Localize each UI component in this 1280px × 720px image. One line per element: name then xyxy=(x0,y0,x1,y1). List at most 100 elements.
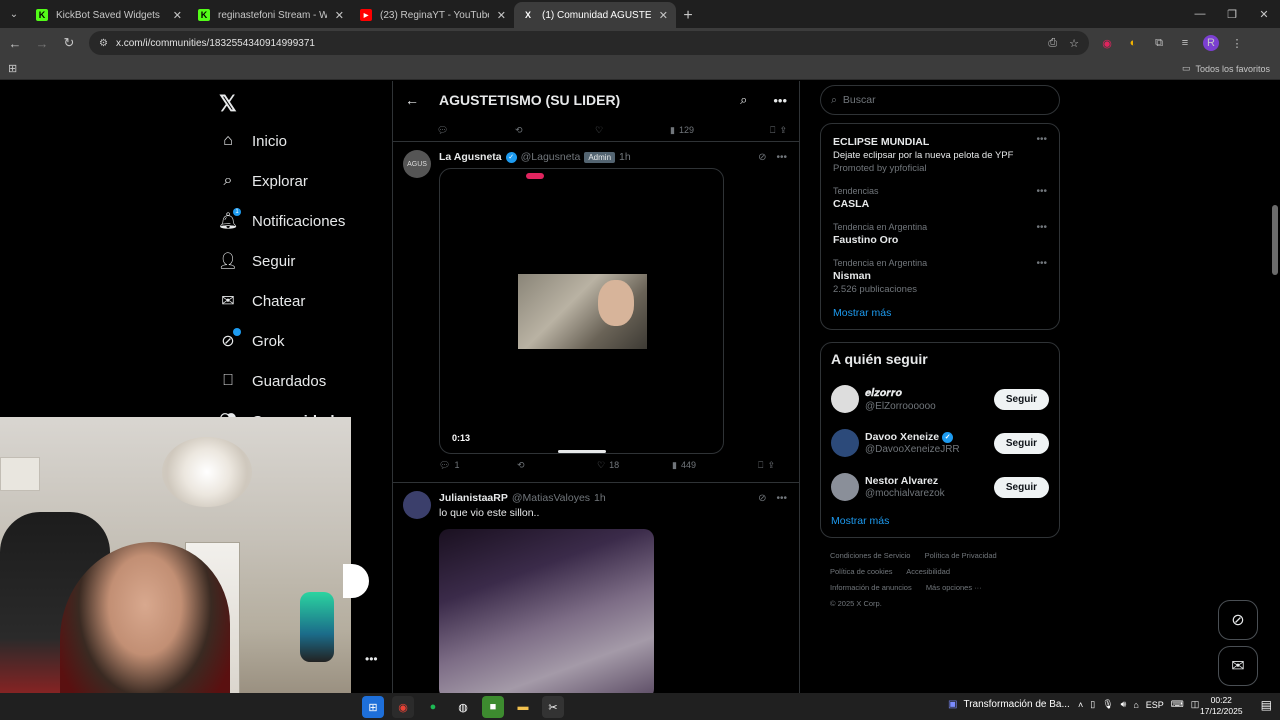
avatar[interactable] xyxy=(831,429,859,457)
more-options-icon[interactable]: ••• xyxy=(1036,222,1047,233)
nav-item-inicio[interactable]: ⌂ Inicio xyxy=(218,121,351,161)
bookmark-icon[interactable]: ⎕ xyxy=(770,125,775,136)
more-options-icon[interactable]: ••• xyxy=(773,93,787,108)
post[interactable]: AGUS La Agusneta ✓ @Lagusneta Admin 1h ⊘… xyxy=(393,142,799,476)
footer-link[interactable]: Política de cookies xyxy=(830,567,893,576)
messages-fab-icon[interactable]: ✉ xyxy=(1218,646,1258,686)
share-icon[interactable]: ⇪ xyxy=(779,125,787,136)
retweet-icon[interactable]: ⟲ xyxy=(515,125,595,136)
views-button[interactable]: ▮ 449 xyxy=(672,460,757,471)
chevron-up-icon[interactable]: ˄ xyxy=(1078,700,1083,710)
reply-icon[interactable]: 💬︎ xyxy=(437,125,515,136)
media-control-icon[interactable]: ≡ xyxy=(1177,35,1193,51)
extension-icon[interactable]: ◐ xyxy=(1125,35,1141,51)
follow-suggestion[interactable]: Davoo Xeneize ✓ @DavooXeneizeJRR Seguir xyxy=(831,421,1049,465)
tab-search-icon[interactable]: ⌄ xyxy=(0,0,28,28)
grok-fab-icon[interactable]: ⊘ xyxy=(1218,600,1258,640)
post[interactable]: JulianistaaRP @MatiasValoyes 1h ⊘ ••• lo… xyxy=(393,483,799,693)
network-icon[interactable]: ⌂ xyxy=(1133,700,1138,710)
footer-link[interactable]: Más opciones ··· xyxy=(926,583,982,592)
follow-suggestion[interactable]: 𝒆𝒍𝒛𝒐𝒓𝒓𝒐 @ElZorroooooo Seguir xyxy=(831,377,1049,421)
tray-app-icon[interactable]: ▯ xyxy=(1090,699,1095,710)
more-options-icon[interactable]: ••• xyxy=(1036,258,1047,269)
grok-explain-icon[interactable]: ⊘ xyxy=(758,493,766,504)
browser-tab-1[interactable]: K KickBot Saved Widgets ✕ xyxy=(28,2,190,28)
restore-icon[interactable]: ❐ xyxy=(1216,0,1248,28)
video-progress-bar[interactable] xyxy=(558,450,606,453)
scrollbar-thumb[interactable] xyxy=(1272,205,1278,275)
nav-item-guardados[interactable]: ⎕ Guardados xyxy=(218,361,351,401)
start-icon[interactable]: ⊞ xyxy=(362,696,384,718)
back-icon[interactable]: ← xyxy=(3,31,27,55)
close-window-icon[interactable]: ✕ xyxy=(1248,0,1280,28)
nav-item-seguir[interactable]: 👤︎ Seguir xyxy=(218,241,351,281)
language-indicator[interactable]: ESP xyxy=(1146,700,1164,710)
post-image[interactable] xyxy=(439,529,654,693)
minecraft-icon[interactable]: ■ xyxy=(482,696,504,718)
reply-button[interactable]: 💬︎ 1 xyxy=(439,460,517,471)
obs-icon[interactable]: ◍ xyxy=(452,696,474,718)
nav-item-chatear[interactable]: ✉ Chatear xyxy=(218,281,351,321)
browser-tab-2[interactable]: K reginastefoni Stream - Watch L ✕ xyxy=(190,2,352,28)
footer-link[interactable]: Condiciones de Servicio xyxy=(830,551,910,560)
follow-suggestion[interactable]: Nestor Alvarez @mochialvarezok Seguir xyxy=(831,465,1049,509)
author-name[interactable]: La Agusneta xyxy=(439,151,502,163)
retweet-icon[interactable]: ⟲ xyxy=(517,460,597,471)
keyboard-icon[interactable]: ⌨ xyxy=(1171,699,1184,710)
address-bar[interactable]: ⚙ x.com/i/communities/183255434091499937… xyxy=(89,31,1089,55)
more-icon[interactable]: ••• xyxy=(365,652,378,666)
more-options-icon[interactable]: ••• xyxy=(776,152,787,163)
account-switcher-avatar[interactable] xyxy=(343,564,369,598)
extension-icon[interactable]: ◉ xyxy=(1099,35,1115,51)
close-tab-icon[interactable]: ✕ xyxy=(659,9,668,22)
post-time[interactable]: 1h xyxy=(619,151,631,163)
avatar[interactable] xyxy=(831,473,859,501)
footer-link[interactable]: Accesibilidad xyxy=(906,567,950,576)
browser-menu-icon[interactable]: ⋮ xyxy=(1229,35,1245,51)
post-time[interactable]: 1h xyxy=(594,492,606,504)
back-arrow-icon[interactable]: ← xyxy=(405,92,419,108)
promoted-trend[interactable]: ECLIPSE MUNDIAL Dejate eclipsar por la n… xyxy=(833,128,1047,180)
page-scrollbar[interactable] xyxy=(1272,85,1278,689)
close-tab-icon[interactable]: ✕ xyxy=(335,9,344,22)
site-info-icon[interactable]: ⚙ xyxy=(99,38,108,49)
show-more-link[interactable]: Mostrar más xyxy=(833,307,1047,319)
author-name[interactable]: JulianistaaRP xyxy=(439,492,508,504)
close-tab-icon[interactable]: ✕ xyxy=(173,9,182,22)
follow-button[interactable]: Seguir xyxy=(993,476,1049,498)
speaker-icon[interactable]: 🔊︎ xyxy=(1121,699,1127,710)
capcut-icon[interactable]: ✂ xyxy=(542,696,564,718)
footer-link[interactable]: Información de anuncios xyxy=(830,583,912,592)
footer-link[interactable]: Política de Privacidad xyxy=(925,551,997,560)
tray-icon[interactable]: ◫ xyxy=(1191,699,1200,710)
mic-icon[interactable]: 🎙︎ xyxy=(1102,699,1113,710)
avatar[interactable]: AGUS xyxy=(403,150,431,178)
nav-item-notificaciones[interactable]: 🔔︎ 1 Notificaciones xyxy=(218,201,351,241)
trend-item[interactable]: Tendencia en Argentina Faustino Oro ••• xyxy=(833,216,1047,252)
extensions-puzzle-icon[interactable]: ⧉ xyxy=(1151,35,1167,51)
install-app-icon[interactable]: ⎙ xyxy=(1048,37,1057,50)
more-options-icon[interactable]: ••• xyxy=(776,493,787,504)
profile-avatar[interactable]: R xyxy=(1203,35,1219,51)
avatar[interactable] xyxy=(831,385,859,413)
more-options-icon[interactable]: ••• xyxy=(1036,134,1047,145)
apps-grid-icon[interactable]: ⊞ xyxy=(8,62,17,75)
follow-button[interactable]: Seguir xyxy=(993,388,1049,410)
nav-item-explorar[interactable]: ⌕ Explorar xyxy=(218,161,351,201)
spotify-icon[interactable]: ● xyxy=(422,696,444,718)
search-input[interactable]: ⌕ Buscar xyxy=(820,85,1060,115)
video-player[interactable]: 0:13 xyxy=(439,168,724,454)
new-tab-button[interactable]: + xyxy=(676,4,700,28)
trend-item[interactable]: Tendencia en Argentina Nisman 2.526 publ… xyxy=(833,252,1047,301)
notifications-icon[interactable]: ▤ xyxy=(1261,698,1272,712)
avatar[interactable] xyxy=(403,491,431,519)
search-icon[interactable]: ⌕ xyxy=(740,92,747,108)
share-icon[interactable]: ⇪ xyxy=(767,460,775,471)
author-handle[interactable]: @Lagusneta xyxy=(521,151,581,163)
views-button[interactable]: ▮ 129 xyxy=(670,125,755,136)
bookmark-star-icon[interactable]: ☆ xyxy=(1069,37,1079,50)
nav-item-grok[interactable]: ⊘ Grok xyxy=(218,321,351,361)
folder-icon[interactable]: ▬ xyxy=(512,696,534,718)
follow-button[interactable]: Seguir xyxy=(993,432,1049,454)
show-more-link[interactable]: Mostrar más xyxy=(831,515,1049,527)
